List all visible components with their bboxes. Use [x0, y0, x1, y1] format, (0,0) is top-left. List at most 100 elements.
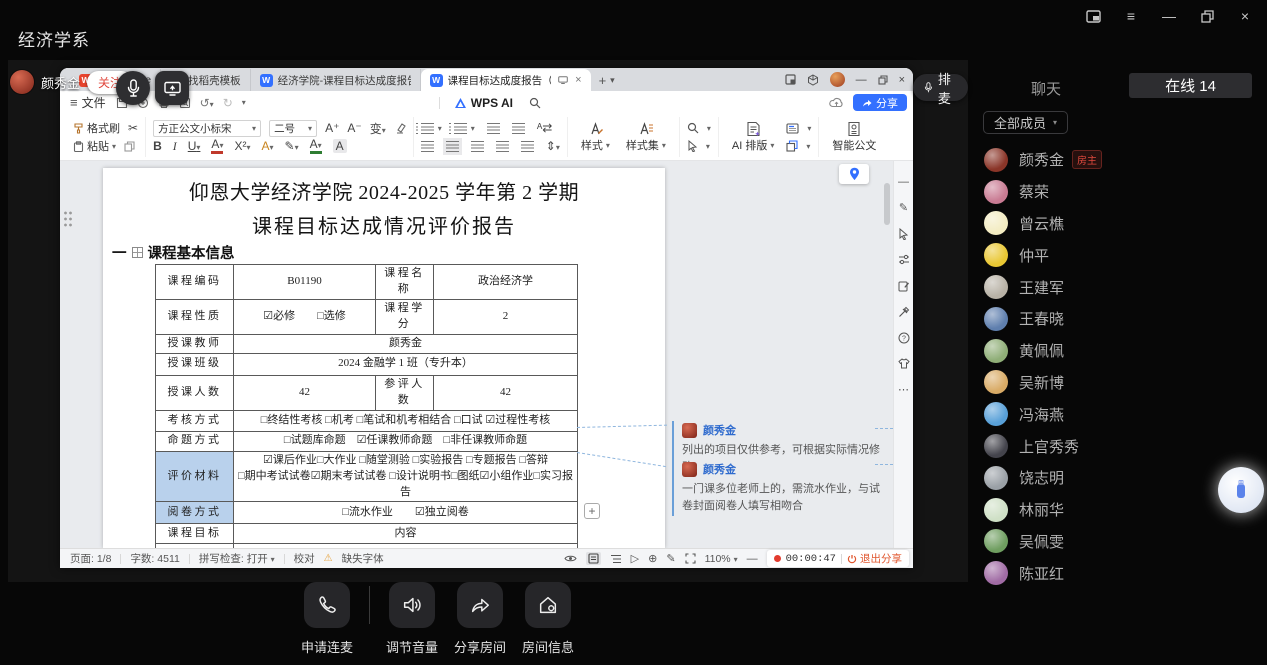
- member-row[interactable]: 颜秀金 房主: [968, 144, 1267, 176]
- cell-label[interactable]: 授课教师: [156, 334, 234, 353]
- cell-value[interactable]: 内容: [234, 524, 578, 544]
- missing-font-warning[interactable]: 缺失字体: [342, 551, 384, 566]
- cell-label-highlighted[interactable]: 评价材料: [156, 451, 234, 502]
- minimize-icon[interactable]: —: [1161, 8, 1177, 24]
- styles-button[interactable]: 样式▾: [575, 119, 616, 155]
- undo-icon[interactable]: ↺▾: [200, 96, 214, 110]
- cell-label-highlighted[interactable]: 阅卷方式: [156, 502, 234, 524]
- wps-account-avatar[interactable]: [830, 72, 845, 87]
- decrease-font-icon[interactable]: A⁻: [347, 121, 361, 135]
- document-canvas[interactable]: 仰恩大学经济学院 2024-2025 学年第 2 学期 课程目标达成情况评价报告…: [60, 161, 913, 548]
- member-row[interactable]: 仲平: [968, 239, 1267, 271]
- underline-icon[interactable]: U▾: [188, 139, 201, 153]
- phonetic-guide-icon[interactable]: 变▾: [370, 120, 386, 137]
- table-row[interactable]: 课程目标 内容: [156, 524, 578, 544]
- cut-icon[interactable]: ✂: [128, 121, 138, 135]
- table-row[interactable]: 授课教师 颜秀金: [156, 334, 578, 353]
- table-row[interactable]: 命题方式 □试题库命题 ☑任课教师命题 □非任课教师命题: [156, 431, 578, 451]
- fit-screen-icon[interactable]: [685, 553, 696, 564]
- cell-label[interactable]: 课程名称: [376, 265, 434, 300]
- proofread-button[interactable]: 校对: [294, 551, 315, 566]
- superscript-icon[interactable]: X²▾: [234, 139, 250, 153]
- member-row[interactable]: 蔡荣: [968, 176, 1267, 208]
- table-handle-icon[interactable]: [132, 247, 143, 258]
- bullet-list-icon[interactable]: [421, 123, 434, 134]
- eye-view-icon[interactable]: [564, 554, 577, 563]
- table-row[interactable]: 考核方式 □终结性考核 □机考 □笔试和机考相结合 □口试 ☑过程性考核: [156, 410, 578, 431]
- clear-format-icon[interactable]: [394, 123, 406, 134]
- member-row[interactable]: 陈亚红: [968, 557, 1267, 589]
- file-menu[interactable]: 文件: [82, 94, 106, 111]
- mini-window-icon[interactable]: [1085, 8, 1101, 24]
- help-icon[interactable]: ?: [897, 331, 910, 344]
- cell-value[interactable]: 2: [434, 299, 578, 334]
- cloud-sync-icon[interactable]: [829, 97, 844, 108]
- page-indicator[interactable]: 页面: 1/8: [70, 551, 111, 566]
- course-info-table[interactable]: 课程编码 B01190 课程名称 政治经济学 课程性质 ☑必修 □选修 课程学分…: [155, 264, 578, 548]
- smart-doc-button[interactable]: 智能公文: [826, 119, 882, 155]
- table-add-button[interactable]: +: [584, 503, 600, 519]
- zoom-out-icon[interactable]: —: [747, 553, 758, 565]
- style-set-button[interactable]: 样式集▾: [620, 119, 672, 155]
- italic-icon[interactable]: I: [173, 139, 177, 154]
- font-effect-icon[interactable]: A▾: [211, 139, 223, 154]
- align-left-icon[interactable]: [421, 141, 434, 152]
- table-row[interactable]: 授课人数 42 参评人数 42: [156, 375, 578, 410]
- increase-font-icon[interactable]: A⁺: [325, 121, 339, 135]
- cell-value[interactable]: □终结性考核 □机考 □笔试和机考相结合 □口试 ☑过程性考核: [234, 410, 578, 431]
- wps-ai-menu[interactable]: WPS AI: [454, 96, 513, 110]
- share-button[interactable]: 分享: [853, 94, 907, 111]
- wps-minimize-icon[interactable]: —: [856, 74, 867, 86]
- cell-value[interactable]: 2024 金融学 1 班（专升本）: [234, 353, 578, 375]
- search-icon[interactable]: [529, 97, 541, 109]
- 3d-cube-icon[interactable]: [807, 74, 819, 86]
- page-setup-icon[interactable]: [786, 123, 799, 134]
- share-room-button[interactable]: 分享房间: [446, 582, 514, 656]
- cell-value[interactable]: 颜秀金: [234, 334, 578, 353]
- cell-label[interactable]: 命题方式: [156, 431, 234, 451]
- font-name-select[interactable]: 方正公文小标宋▾: [153, 120, 261, 137]
- font-size-select[interactable]: 二号▾: [269, 120, 317, 137]
- floating-mic-widget[interactable]: [1218, 467, 1264, 513]
- adjust-sliders-icon[interactable]: [897, 253, 910, 266]
- member-row[interactable]: 冯海燕: [968, 398, 1267, 430]
- more-icon[interactable]: ⋯: [897, 383, 910, 396]
- document-page[interactable]: 仰恩大学经济学院 2024-2025 学年第 2 学期 课程目标达成情况评价报告…: [103, 168, 665, 548]
- cell-value[interactable]: 政治经济学: [434, 265, 578, 300]
- request-mic-button[interactable]: 申请连麦: [293, 582, 361, 656]
- align-right-icon[interactable]: [471, 141, 484, 152]
- numbered-list-icon[interactable]: [454, 123, 467, 134]
- wps-restore-icon[interactable]: [878, 75, 888, 85]
- redo-icon[interactable]: ↻: [223, 96, 233, 110]
- member-row[interactable]: 王春晓: [968, 303, 1267, 335]
- anchor-pin-button[interactable]: [839, 164, 869, 184]
- member-row[interactable]: 曾云樵: [968, 208, 1267, 240]
- cell-label[interactable]: 授课人数: [156, 375, 234, 410]
- tab-list-chevron-icon[interactable]: ▾: [610, 75, 615, 86]
- drag-handle-icon[interactable]: [63, 210, 73, 228]
- skin-theme-icon[interactable]: [897, 357, 910, 370]
- find-icon[interactable]: [687, 122, 699, 134]
- comment-card[interactable]: 颜秀金 一门课多位老师上的，需流水作业，与试卷封面阅卷人填写相吻合: [672, 460, 880, 516]
- ai-layout-button[interactable]: AI 排版▾: [726, 119, 780, 155]
- cell-value[interactable]: ☑课后作业□大作业 □随堂测验 □实验报告 □专题报告 □答辩 □期中考试试卷☑…: [234, 451, 578, 502]
- tools-icon[interactable]: [897, 305, 910, 318]
- ink-annotate-icon[interactable]: ✎▾: [285, 139, 299, 153]
- member-row[interactable]: 上官秀秀: [968, 430, 1267, 462]
- comment-author[interactable]: 颜秀金: [703, 461, 736, 477]
- comment-author[interactable]: 颜秀金: [703, 422, 736, 438]
- character-shading-icon[interactable]: A: [333, 139, 347, 153]
- member-row[interactable]: 吴新博: [968, 367, 1267, 399]
- highlight-color-icon[interactable]: A▾: [261, 139, 273, 153]
- mic-queue-button[interactable]: 排麦: [913, 74, 968, 101]
- cell-value[interactable]: ☑必修 □选修: [234, 299, 376, 334]
- bold-icon[interactable]: B: [153, 139, 162, 153]
- member-row[interactable]: 王建军: [968, 271, 1267, 303]
- cell-value[interactable]: 42: [434, 375, 578, 410]
- cell-value[interactable]: □流水作业 ☑独立阅卷: [234, 502, 578, 524]
- cell-value[interactable]: 42: [234, 375, 376, 410]
- distribute-icon[interactable]: [521, 141, 534, 152]
- menu-icon[interactable]: ≡: [1123, 8, 1139, 24]
- close-icon[interactable]: ×: [1237, 8, 1253, 24]
- cell-label[interactable]: 授课班级: [156, 353, 234, 375]
